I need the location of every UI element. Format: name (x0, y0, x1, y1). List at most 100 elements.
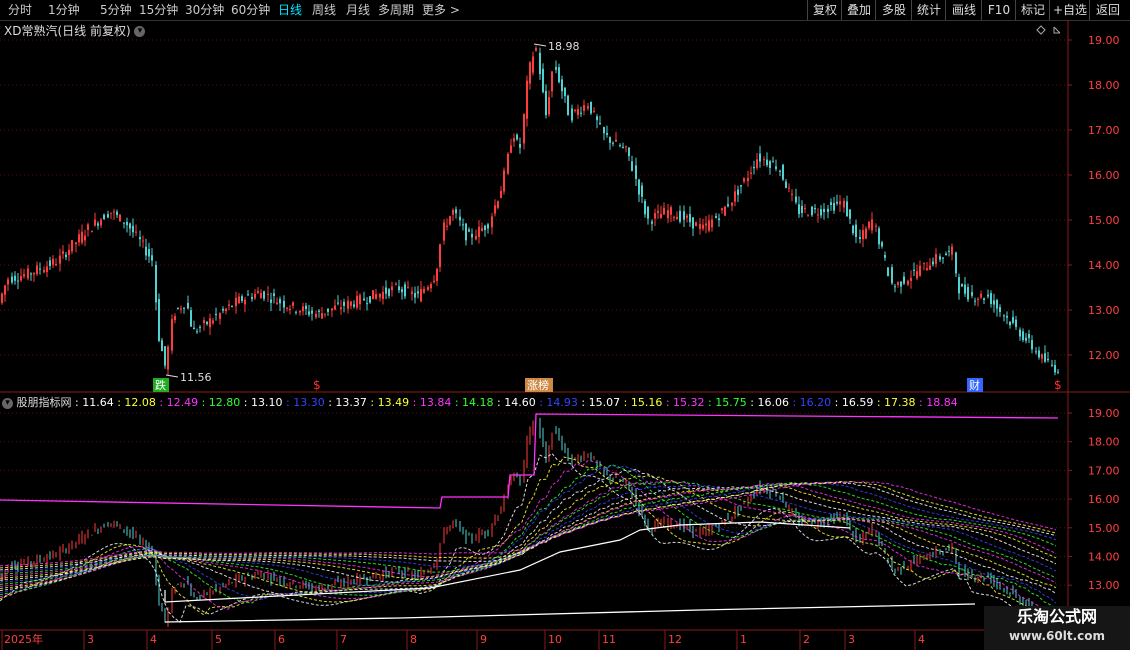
candle-body (91, 231, 93, 233)
candle-body (334, 305, 336, 310)
candle-body (974, 300, 976, 302)
candle-body (542, 68, 544, 93)
candle-body (196, 331, 198, 333)
candle-body (439, 244, 441, 267)
indicator-value: : 15.07 (577, 396, 621, 409)
candle-body (673, 216, 675, 218)
candle-body (798, 204, 800, 215)
candle-body (414, 293, 416, 298)
candle-body (871, 219, 873, 231)
ma-band-line (0, 480, 1057, 592)
indicator-value: : 13.30 (282, 396, 325, 409)
y-tick-label: 12.00 (1088, 349, 1120, 362)
x-tick-label: 3 (848, 633, 855, 646)
candle-body (337, 302, 339, 304)
candle-body (1028, 333, 1030, 339)
candle-body (318, 310, 320, 312)
candle-body (929, 265, 931, 270)
event-marker: $ (313, 378, 321, 392)
indicator-title[interactable]: ▾ 股朋指标网 : 11.64 : 12.08 : 12.49 : 12.80 … (2, 396, 958, 410)
candle-body (366, 303, 368, 305)
candle-body (702, 224, 704, 229)
candle-body (30, 273, 32, 275)
candle-body (804, 208, 806, 210)
indicator-value: : 18.84 (915, 396, 958, 409)
candle-body (395, 283, 397, 285)
candle-body (433, 280, 435, 283)
ma-band-line (0, 481, 1057, 590)
event-marker: 涨榜 (527, 378, 549, 392)
candle-body (171, 319, 173, 351)
candle-body (279, 298, 281, 304)
indicator-value: : 14.60 (493, 396, 536, 409)
candle-body (14, 275, 16, 281)
candle-body (449, 216, 451, 225)
candle-body (411, 291, 413, 295)
x-tick-label: 4 (918, 633, 925, 646)
candle-body (193, 327, 195, 330)
candle-body (772, 161, 774, 163)
candle-body (980, 293, 982, 298)
candle-body (791, 193, 793, 196)
candle-body (887, 267, 889, 277)
indicator-value: : 17.38 (873, 396, 916, 409)
candle-body (94, 219, 96, 226)
candle-body (939, 256, 941, 260)
kline-chart[interactable]: 19.00 18.00 17.00 16.00 15.00 14.00 13.00 12.00… (0, 0, 1130, 650)
candle-body (471, 233, 473, 238)
candle-body (507, 153, 509, 174)
candle-body (84, 235, 86, 241)
corner-icon (1053, 26, 1061, 34)
candle-body (251, 297, 253, 300)
stock-title[interactable]: XD常熟汽(日线 前复权) ▾ (4, 22, 146, 39)
candle-body (209, 318, 211, 328)
candle-body (823, 208, 825, 213)
candle-body (119, 214, 121, 222)
candle-body (327, 308, 329, 312)
candle-body (478, 226, 480, 238)
candle-body (52, 258, 54, 265)
candle-body (455, 209, 457, 214)
candle-body (283, 300, 285, 308)
candle-body (1044, 353, 1046, 362)
candle-body (785, 181, 787, 188)
candle-body (951, 246, 953, 255)
candle-body (254, 293, 256, 299)
candle-body (545, 90, 547, 116)
candle-body (513, 138, 515, 142)
candle-body (81, 231, 83, 243)
candle-body (49, 260, 51, 266)
chevron-down-icon[interactable]: ▾ (134, 26, 146, 37)
y-tick-label: 14.00 (1088, 551, 1120, 564)
candle-body (1003, 315, 1005, 317)
candle-body (311, 310, 313, 314)
candle-body (500, 190, 502, 199)
candle-body (1009, 321, 1011, 326)
candle-body (833, 203, 835, 211)
candle-body (494, 205, 496, 214)
candle-body (446, 225, 448, 227)
candle-body (1041, 354, 1043, 359)
watermark-line1: 乐淘公式网 (1016, 607, 1097, 626)
candle-body (289, 308, 291, 311)
candle-body (55, 264, 57, 266)
upper-envelope (0, 413, 1059, 509)
candle-body (158, 299, 160, 341)
candle-body (788, 187, 790, 189)
candle-body (174, 316, 176, 321)
x-tick-label: 3 (87, 633, 94, 646)
candle-body (654, 213, 656, 219)
candle-body (340, 307, 342, 310)
candle-body (523, 113, 525, 144)
candle-body (4, 285, 6, 295)
candle-body (539, 52, 541, 75)
chevron-down-icon[interactable]: ▾ (2, 397, 13, 409)
candle-body (423, 288, 425, 293)
candle-body (628, 147, 630, 157)
candle-body (913, 269, 915, 271)
candle-body (612, 142, 614, 144)
candle-body (222, 308, 224, 311)
candle-body (945, 253, 947, 256)
candle-body (43, 269, 45, 273)
indicator-value: : 12.08 (113, 396, 156, 409)
